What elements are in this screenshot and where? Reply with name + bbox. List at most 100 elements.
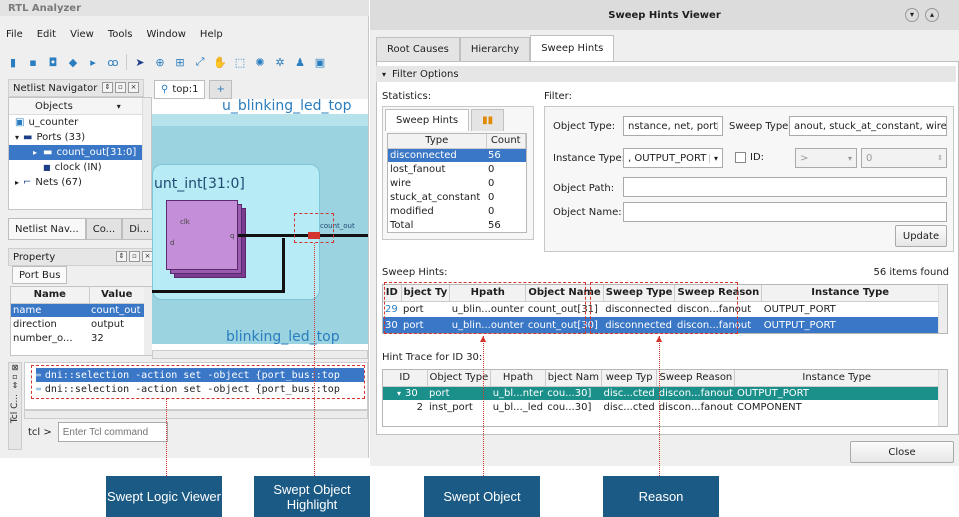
expand-icon[interactable]: ▸	[15, 178, 19, 187]
save-icon[interactable]: ▪	[26, 55, 40, 69]
count-column-header[interactable]: Count	[486, 134, 526, 149]
zoom-in-icon[interactable]: ⊕	[153, 55, 167, 69]
add-tab-button[interactable]: +	[209, 80, 232, 99]
stats-row[interactable]: wire 0	[388, 176, 526, 190]
float-icon[interactable]: ⇕	[102, 82, 113, 93]
collapse-icon[interactable]: ▾	[397, 389, 401, 398]
tab-root-causes[interactable]: Root Causes	[376, 37, 460, 61]
tab-netlist-navigator[interactable]: Netlist Nav...	[8, 218, 86, 240]
stats-row[interactable]: modified 0	[388, 204, 526, 218]
id-operator-dropdown[interactable]: > ▾	[795, 148, 857, 168]
tree-item-count-out[interactable]: ▸ ▬ count_out[31:0]	[9, 145, 143, 160]
object-path-input[interactable]	[623, 177, 947, 197]
trace-id-column-header[interactable]: ID	[383, 370, 428, 387]
zoom-fit-icon[interactable]: ⊞	[173, 55, 187, 69]
person-icon[interactable]: ♟	[293, 55, 307, 69]
type-column-header[interactable]: Type	[388, 134, 487, 149]
feedback-net[interactable]	[152, 290, 285, 293]
minimize-icon[interactable]: ▾	[905, 8, 919, 22]
object-type-dropdown[interactable]: nstance, net, port▾	[623, 116, 723, 136]
name-column-header[interactable]: Name	[11, 287, 90, 304]
trace-instance-type-column-header[interactable]: Instance Type	[734, 370, 939, 387]
register-block[interactable]	[166, 200, 238, 270]
trace-object-name-column-header[interactable]: bject Nam	[545, 370, 602, 387]
float-icon[interactable]: ⇕	[116, 251, 127, 262]
restore-icon[interactable]: ▫	[115, 82, 126, 93]
feedback-net[interactable]	[282, 238, 285, 290]
stats-row[interactable]: lost_fanout 0	[388, 162, 526, 176]
close-icon[interactable]: ×	[128, 82, 139, 93]
settings-icon[interactable]: ✲	[273, 55, 287, 69]
menu-edit[interactable]: Edit	[37, 29, 56, 40]
trace-object-type-column-header[interactable]: Object Type	[427, 370, 492, 387]
tree-item-nets[interactable]: ▸ ⌐ Nets (67)	[9, 175, 151, 190]
property-row[interactable]: number_o... 32	[11, 331, 145, 345]
trace-sweep-type-column-header[interactable]: weep Typ	[601, 370, 658, 387]
chevron-down-icon: ▾	[717, 121, 722, 131]
trace-hpath-column-header[interactable]: Hpath	[490, 370, 546, 387]
tree-item-clock[interactable]: ■ clock (IN)	[9, 160, 151, 175]
binoculars-icon[interactable]: ꝏ	[106, 55, 120, 69]
property-row[interactable]: direction output	[11, 317, 145, 331]
restore-icon[interactable]: ▫	[9, 372, 21, 381]
tab-sweep-hints[interactable]: Sweep Hints	[530, 35, 615, 61]
tcl-command-input[interactable]	[57, 422, 168, 442]
highlight-icon[interactable]: ✺	[253, 55, 267, 69]
id-value-spinner[interactable]: 0 ⇕	[861, 148, 947, 168]
expand-icon[interactable]: ▸	[33, 148, 37, 157]
trace-scrollbar[interactable]	[938, 370, 947, 426]
tree-scrollbar[interactable]	[142, 98, 151, 209]
tab-hierarchy[interactable]: Hierarchy	[459, 37, 531, 61]
maximize-icon[interactable]: ▴	[925, 8, 939, 22]
trace-row[interactable]: 2 inst_port u_bl..._led cou...30] disc..…	[383, 400, 939, 414]
refresh-icon[interactable]: ◘	[46, 55, 60, 69]
objects-column-header[interactable]: Objects ▾	[9, 98, 151, 115]
close-button[interactable]: Close	[850, 441, 954, 463]
trace-row-selected[interactable]: ▾ 30 port u_bl...nter cou...30] disc...ct…	[383, 386, 939, 400]
instance-type-dropdown[interactable]: , OUTPUT_PORT ▾	[623, 148, 723, 168]
select-region-icon[interactable]: ⬚	[233, 55, 247, 69]
open-icon[interactable]: ▮	[6, 55, 20, 69]
float-icon[interactable]: ⇕	[9, 381, 21, 390]
sweep-type-dropdown[interactable]: anout, stuck_at_constant, wire▾	[789, 116, 947, 136]
stat-type: stuck_at_constant	[390, 191, 481, 203]
close-icon[interactable]: ⊠	[9, 363, 21, 372]
menu-file[interactable]: File	[6, 29, 23, 40]
restore-icon[interactable]: ▫	[129, 251, 140, 262]
tree-item-ports[interactable]: ▾ ▬ Ports (33)	[9, 130, 151, 145]
tab-stats-sweep-hints[interactable]: Sweep Hints	[385, 109, 470, 131]
zoom-select-icon[interactable]: ⤢	[193, 55, 207, 69]
instance-type-column-header[interactable]: Instance Type	[761, 285, 939, 302]
tab-label: top:1	[172, 84, 199, 95]
menu-window[interactable]: Window	[146, 29, 185, 40]
chart-icon[interactable]: ▮▮	[471, 109, 505, 131]
tcl-hscrollbar[interactable]	[24, 410, 368, 419]
expand-icon[interactable]: ▾	[15, 133, 19, 142]
tab-connectivity[interactable]: Co...	[85, 218, 123, 240]
update-button[interactable]: Update	[895, 225, 947, 247]
menu-help[interactable]: Help	[200, 29, 223, 40]
value-column-header[interactable]: Value	[89, 287, 145, 304]
stats-row[interactable]: Total 56	[388, 218, 526, 232]
stats-row[interactable]: stuck_at_constant 0	[388, 190, 526, 204]
pan-hand-icon[interactable]: ✋	[213, 55, 227, 69]
tab-port-bus[interactable]: Port Bus	[12, 266, 68, 284]
stats-row[interactable]: disconnected 56	[388, 148, 526, 162]
menu-tools[interactable]: Tools	[108, 29, 133, 40]
menu-view[interactable]: View	[70, 29, 94, 40]
hints-scrollbar[interactable]	[938, 285, 947, 333]
id-checkbox[interactable]	[735, 152, 746, 163]
object-name-input[interactable]	[623, 202, 947, 222]
tool-icon[interactable]: ◆	[66, 55, 80, 69]
property-row[interactable]: name count_out	[11, 303, 145, 317]
pointer-icon[interactable]: ➤	[133, 55, 147, 69]
export-icon[interactable]: ▸	[86, 55, 100, 69]
filter-options-bar[interactable]: ▾ Filter Options	[376, 66, 956, 82]
save-doc-icon[interactable]: ▣	[313, 55, 327, 69]
schematic-hscrollbar[interactable]	[152, 350, 368, 359]
trace-sweep-reason-column-header[interactable]: Sweep Reason	[656, 370, 736, 387]
tab-top-1[interactable]: ⚲ top:1	[154, 80, 206, 99]
sweep-type-value: anout, stuck_at_constant, wire	[794, 120, 947, 132]
schematic-module[interactable]: unt_int[31:0] clk d q count_out	[152, 114, 368, 344]
tree-item-u-counter[interactable]: ▣ u_counter	[9, 115, 151, 130]
